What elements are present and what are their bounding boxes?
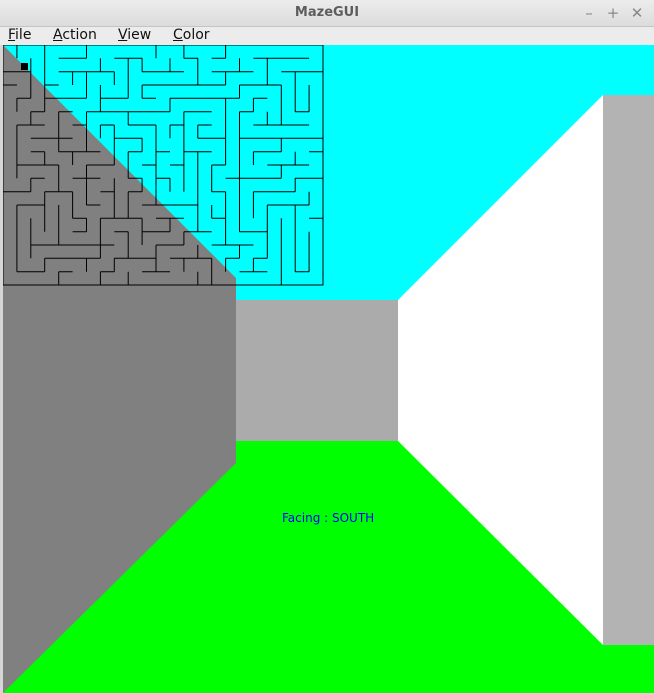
minimize-icon[interactable]: – <box>580 4 598 22</box>
front-wall <box>236 300 398 441</box>
player-marker <box>21 63 28 70</box>
title-bar[interactable]: MazeGUI – + ✕ <box>0 0 654 27</box>
menu-color[interactable]: Color <box>173 27 210 43</box>
facing-label: Facing : SOUTH <box>282 511 375 525</box>
menu-view[interactable]: View <box>118 27 151 43</box>
menu-bar: File Action View Color <box>0 27 654 45</box>
maximize-icon[interactable]: + <box>604 4 622 22</box>
menu-action[interactable]: Action <box>53 27 97 43</box>
window-title: MazeGUI <box>294 5 360 20</box>
far-right-wall <box>603 95 654 645</box>
close-icon[interactable]: ✕ <box>628 4 646 22</box>
menu-file[interactable]: File <box>8 27 31 43</box>
maze-3d-view[interactable]: Facing : SOUTH <box>3 45 654 693</box>
